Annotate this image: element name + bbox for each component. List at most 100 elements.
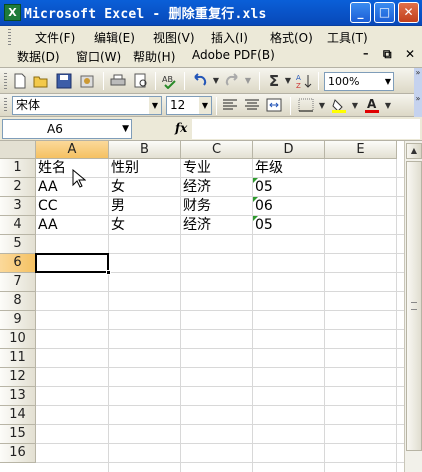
spelling-icon[interactable]: AB [162, 73, 178, 90]
row-header-2[interactable]: 2 [0, 178, 36, 197]
align-center-icon[interactable] [244, 98, 260, 114]
formula-input[interactable] [192, 119, 420, 139]
doc-close-button[interactable]: ✕ [405, 47, 415, 61]
row-header-5[interactable]: 5 [0, 235, 36, 254]
close-button[interactable]: ✕ [398, 2, 419, 23]
undo-dropdown-icon[interactable]: ▼ [208, 73, 224, 89]
toolbar-grip[interactable] [4, 98, 7, 113]
font-size-value: 12 [170, 98, 186, 112]
redo-icon[interactable] [224, 73, 240, 89]
minimize-button[interactable]: _ [350, 2, 371, 23]
cell-c2[interactable]: 经济 [181, 178, 253, 197]
menu-view[interactable]: 视图(V) [153, 29, 195, 46]
cell-b4[interactable]: 女 [109, 216, 181, 235]
align-left-icon[interactable] [222, 98, 238, 114]
sort-ascending-icon[interactable]: AZ [296, 73, 312, 90]
toolbar-separator [318, 72, 319, 90]
row-header-14[interactable]: 14 [0, 406, 36, 425]
scroll-up-icon[interactable]: ▲ [406, 143, 422, 159]
menu-tools[interactable]: 工具(T) [327, 29, 368, 46]
doc-minimize-button[interactable]: – [363, 47, 369, 60]
window-title: Microsoft Excel - 删除重复行.xls [24, 7, 267, 22]
column-header-c[interactable]: C [181, 141, 253, 159]
new-icon[interactable] [12, 73, 28, 89]
font-name-select[interactable]: 宋体 ▼ [12, 96, 162, 115]
cell-d1[interactable]: 年级 [253, 159, 325, 178]
cell-c1[interactable]: 专业 [181, 159, 253, 178]
toolbar-separator [259, 72, 260, 90]
menu-adobe-pdf[interactable]: Adobe PDF(B) [192, 48, 275, 62]
row-header-12[interactable]: 12 [0, 368, 36, 387]
menu-insert[interactable]: 插入(I) [211, 29, 248, 46]
svg-text:Z: Z [296, 82, 301, 89]
row-header-10[interactable]: 10 [0, 330, 36, 349]
cell-a4[interactable]: AA [36, 216, 109, 235]
name-box[interactable]: A6 ▼ [2, 119, 132, 139]
active-cell-selection[interactable] [35, 253, 111, 275]
row-header-8[interactable]: 8 [0, 292, 36, 311]
menu-help[interactable]: 帮助(H) [133, 48, 175, 65]
cell-d2[interactable]: 05 [253, 178, 325, 197]
permission-icon[interactable] [79, 73, 95, 89]
worksheet-grid[interactable]: A B C D E 1 2 3 4 5 6 7 8 9 10 11 12 13 14 15 16 姓名 性别 专业 年级 AA 女经… [0, 141, 404, 472]
open-icon[interactable] [33, 73, 49, 89]
fill-handle[interactable] [106, 270, 111, 275]
merge-center-icon[interactable] [266, 98, 282, 114]
undo-icon[interactable] [192, 73, 208, 89]
select-all-corner[interactable] [0, 141, 36, 159]
font-size-select[interactable]: 12 ▼ [166, 96, 212, 115]
font-color-icon[interactable]: A [364, 97, 380, 113]
excel-app-icon[interactable]: X [4, 4, 21, 21]
insert-function-icon[interactable]: fx [175, 121, 187, 135]
menu-data[interactable]: 数据(D) [17, 48, 60, 65]
toolbar-grip[interactable] [4, 73, 7, 89]
borders-dropdown-icon[interactable]: ▼ [314, 98, 330, 114]
cell-d3[interactable]: 06 [253, 197, 325, 216]
fill-color-icon[interactable] [331, 98, 347, 114]
fill-color-dropdown-icon[interactable]: ▼ [347, 98, 363, 114]
menu-grip[interactable] [8, 29, 11, 45]
menu-file[interactable]: 文件(F) [35, 29, 75, 46]
column-header-e[interactable]: E [325, 141, 397, 159]
vertical-scrollbar[interactable]: ▲ [404, 141, 422, 472]
row-header-4[interactable]: 4 [0, 216, 36, 235]
row-header-11[interactable]: 11 [0, 349, 36, 368]
chevron-down-icon: ▼ [149, 97, 161, 114]
standard-toolbar: AB ▼ ▼ Σ ▼ AZ 100% ▼ » [0, 68, 422, 94]
cell-c3[interactable]: 财务 [181, 197, 253, 216]
column-header-d[interactable]: D [253, 141, 325, 159]
menu-window[interactable]: 窗口(W) [76, 48, 121, 65]
column-header-a[interactable]: A [36, 141, 109, 159]
zoom-select[interactable]: 100% ▼ [324, 72, 394, 91]
menu-bar: 文件(F) 编辑(E) 视图(V) 插入(I) 格式(O) 工具(T) 数据(D… [0, 26, 422, 68]
row-header-15[interactable]: 15 [0, 425, 36, 444]
save-icon[interactable] [56, 73, 72, 89]
maximize-button[interactable]: □ [374, 2, 395, 23]
column-header-b[interactable]: B [109, 141, 181, 159]
row-header-6[interactable]: 6 [0, 254, 36, 273]
menu-format[interactable]: 格式(O) [270, 29, 313, 46]
autosum-dropdown-icon[interactable]: ▼ [280, 73, 296, 89]
cell-b1[interactable]: 性别 [109, 159, 181, 178]
row-header-16[interactable]: 16 [0, 444, 36, 463]
cell-a3[interactable]: CC [36, 197, 109, 216]
cell-b2[interactable]: 女 [109, 178, 181, 197]
borders-icon[interactable] [298, 98, 314, 114]
cell-c4[interactable]: 经济 [181, 216, 253, 235]
font-color-dropdown-icon[interactable]: ▼ [380, 98, 396, 114]
row-header-9[interactable]: 9 [0, 311, 36, 330]
scroll-thumb[interactable] [406, 161, 422, 451]
cell-d4[interactable]: 05 [253, 216, 325, 235]
row-header-1[interactable]: 1 [0, 159, 36, 178]
cell-b3[interactable]: 男 [109, 197, 181, 216]
toolbar-options-icon[interactable]: » [414, 94, 422, 117]
row-header-13[interactable]: 13 [0, 387, 36, 406]
toolbar-options-icon[interactable]: » [414, 68, 422, 94]
doc-restore-button[interactable]: ⧉ [383, 47, 392, 62]
row-header-3[interactable]: 3 [0, 197, 36, 216]
redo-dropdown-icon[interactable]: ▼ [240, 73, 256, 89]
menu-edit[interactable]: 编辑(E) [94, 29, 135, 46]
print-icon[interactable] [110, 73, 126, 89]
row-header-7[interactable]: 7 [0, 273, 36, 292]
print-preview-icon[interactable] [133, 73, 149, 89]
